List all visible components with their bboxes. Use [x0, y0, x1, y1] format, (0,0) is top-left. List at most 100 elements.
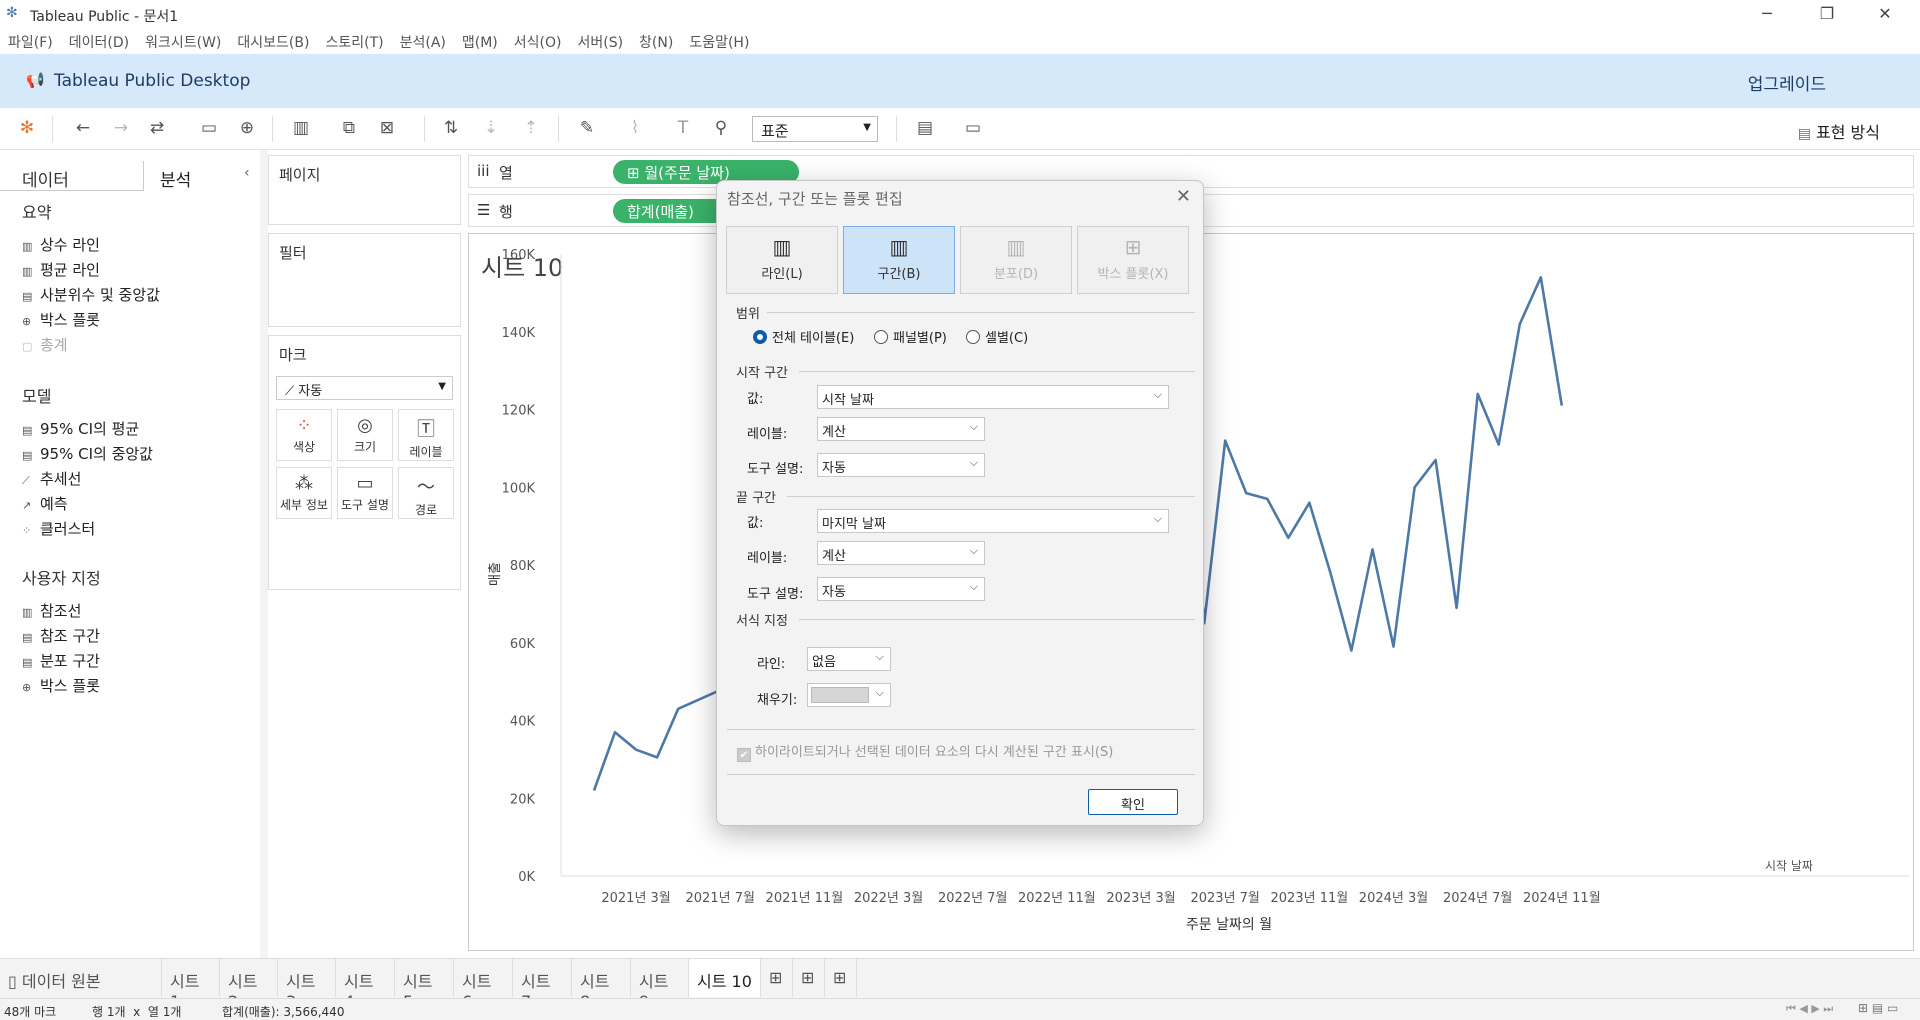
item-custom-box-plot[interactable]: ⊕ 박스 플롯 [22, 675, 100, 696]
new-story-icon[interactable]: ⊞ [825, 959, 857, 997]
tab-sheet-9[interactable]: 시트 9 [631, 959, 689, 1011]
tableau-home-icon[interactable]: ✻ [16, 118, 38, 138]
item-constant-line[interactable]: ▥ 상수 라인 [22, 234, 100, 255]
close-window-button[interactable]: ✕ [1862, 2, 1908, 26]
rows-pill[interactable]: 합계(매출) [613, 199, 733, 223]
new-worksheet-icon[interactable]: ▥ [290, 118, 312, 138]
item-forecast[interactable]: ↗ 예측 [22, 493, 68, 514]
tab-sheet-10[interactable]: 시트 10 [689, 959, 761, 997]
swap-icon[interactable]: ⇄ [146, 118, 168, 138]
clear-sheet-icon[interactable]: ⊠ [376, 118, 398, 138]
tab-sheet-1[interactable]: 시트 1 [162, 959, 220, 1011]
tab-sheet-5[interactable]: 시트 5 [395, 959, 454, 1011]
size-button[interactable]: ◎ 크기 [337, 409, 393, 461]
mark-type-select[interactable]: ⟋ 자동 ▼ [276, 376, 453, 400]
item-trend-line[interactable]: ⟋ 추세선 [22, 468, 81, 489]
detail-button[interactable]: ⁂ 세부 정보 [276, 467, 332, 519]
section-model: 모델 [22, 387, 52, 406]
x-tick-label: 2021년 11월 [766, 891, 844, 906]
to-label-select[interactable]: 계산 ⌵ [817, 541, 985, 565]
item-average-line[interactable]: ▥ 평균 라인 [22, 259, 100, 280]
swap-rows-columns-icon[interactable]: ⇅ [440, 118, 462, 138]
label-button[interactable]: 🅃 레이블 [398, 409, 454, 461]
tile-band[interactable]: ▥ 구간(B) [843, 226, 955, 294]
status-sum: 합계(매출): 3,566,440 [222, 1005, 345, 1019]
pin-icon[interactable]: ⚲ [710, 118, 732, 138]
chevron-down-icon: ⌵ [1153, 388, 1162, 401]
menu-server[interactable]: 서버(S) [569, 28, 631, 56]
format-line-select[interactable]: 없음 ⌵ [807, 647, 891, 671]
item-distribution-band[interactable]: ▤ 분포 구간 [22, 650, 100, 671]
item-median-quartiles[interactable]: ▤ 사분위수 및 중앙값 [22, 284, 160, 305]
upgrade-link[interactable]: 업그레이드 [1748, 70, 1826, 95]
from-tooltip-select[interactable]: 자동 ⌵ [817, 453, 985, 477]
tab-sheet-3[interactable]: 시트 3 [278, 959, 336, 1011]
tab-data[interactable]: 데이터 [0, 161, 144, 191]
menu-story[interactable]: 스토리(T) [317, 28, 391, 56]
item-reference-line[interactable]: ▥ 참조선 [22, 600, 81, 621]
tab-sheet-2[interactable]: 시트 2 [220, 959, 278, 1011]
label-icon[interactable]: T [672, 118, 694, 138]
formatting-label: 서식 지정 [736, 614, 788, 629]
ok-button[interactable]: 확인 [1088, 789, 1178, 815]
new-dashboard-icon[interactable]: ⊞ [793, 959, 825, 997]
menu-file[interactable]: 파일(F) [0, 28, 61, 56]
marks-title: 마크 [279, 346, 307, 364]
item-reference-band[interactable]: ▤ 참조 구간 [22, 625, 100, 646]
menu-help[interactable]: 도움말(H) [681, 28, 757, 56]
tab-sheet-7[interactable]: 시트 7 [513, 959, 572, 1011]
menu-analysis[interactable]: 분석(A) [392, 28, 454, 56]
menu-window[interactable]: 창(N) [631, 28, 681, 56]
x-axis-label: 주문 날짜의 월 [1186, 917, 1272, 933]
tab-sheet-8[interactable]: 시트 8 [572, 959, 631, 1011]
pages-card[interactable]: 페이지 [268, 155, 461, 225]
menu-dashboard[interactable]: 대시보드(B) [229, 28, 317, 56]
x-tick-label: 2024년 7월 [1443, 891, 1512, 906]
new-datasource-icon[interactable]: ⊕ [236, 118, 258, 138]
item-ci-median[interactable]: ▤ 95% CI의 중앙값 [22, 443, 153, 464]
filters-card[interactable]: 필터 [268, 233, 461, 327]
duplicate-sheet-icon[interactable]: ⧉ [338, 118, 360, 138]
show-me-button[interactable]: ▤ 표현 방식 [1798, 119, 1880, 143]
menu-map[interactable]: 맵(M) [454, 28, 506, 56]
collapse-icon[interactable]: ‹ [244, 165, 250, 181]
to-value-select[interactable]: 마지막 날짜 ⌵ [817, 509, 1169, 533]
tooltip-button[interactable]: ▭ 도구 설명 [337, 467, 393, 519]
path-button[interactable]: 〜 경로 [398, 467, 454, 519]
status-rows-cols: 행 1개 x 열 1개 [92, 1005, 182, 1019]
sheet-nav-icon[interactable]: ⏮ ◀ ▶ ⏭ [1786, 1002, 1833, 1016]
highlight-icon[interactable]: ✎ [576, 118, 598, 138]
show-cards-icon[interactable]: ▤ [914, 118, 936, 138]
save-icon[interactable]: ▭ [198, 118, 220, 138]
tab-sheet-4[interactable]: 시트 4 [336, 959, 395, 1011]
median-quartiles-icon: ▤ [22, 290, 33, 303]
menu-data[interactable]: 데이터(D) [61, 28, 137, 56]
view-mode-icon[interactable]: ⊞ ▤ ▭ [1858, 1001, 1898, 1015]
tab-sheet-6[interactable]: 시트 6 [454, 959, 513, 1011]
tooltip-icon: ▭ [356, 473, 374, 494]
menu-worksheet[interactable]: 워크시트(W) [137, 28, 229, 56]
format-fill-select[interactable]: ⌵ [807, 683, 891, 707]
chevron-down-icon: ⌵ [969, 580, 978, 593]
tab-analytics[interactable]: 분석 [144, 161, 260, 191]
item-cluster[interactable]: ⁘ 클러스터 [22, 518, 95, 539]
new-worksheet-icon[interactable]: ⊞ [761, 959, 793, 997]
from-label-select[interactable]: 계산 ⌵ [817, 417, 985, 441]
color-button[interactable]: ⁘ 색상 [276, 409, 332, 461]
from-value-select[interactable]: 시작 날짜 ⌵ [817, 385, 1169, 409]
item-ci-mean[interactable]: ▤ 95% CI의 평균 [22, 418, 139, 439]
scope-entire-table[interactable]: 전체 테이블(E) [753, 327, 854, 346]
close-icon[interactable]: ✕ [1176, 186, 1191, 207]
to-tooltip-select[interactable]: 자동 ⌵ [817, 577, 985, 601]
fit-select[interactable]: 표준 ▼ [752, 116, 878, 142]
restore-button[interactable]: ❐ [1804, 2, 1850, 26]
minimize-button[interactable]: ─ [1744, 2, 1790, 26]
undo-icon[interactable]: ← [72, 118, 94, 138]
scope-per-cell[interactable]: 셀별(C) [966, 327, 1028, 346]
tab-datasource[interactable]: ▯ 데이터 원본 [0, 959, 162, 997]
menu-format[interactable]: 서식(O) [506, 28, 570, 56]
item-box-plot[interactable]: ⊕ 박스 플롯 [22, 309, 100, 330]
tile-line[interactable]: ▥ 라인(L) [726, 226, 838, 294]
presentation-icon[interactable]: ▭ [962, 118, 984, 138]
scope-per-pane[interactable]: 패널별(P) [874, 327, 947, 346]
